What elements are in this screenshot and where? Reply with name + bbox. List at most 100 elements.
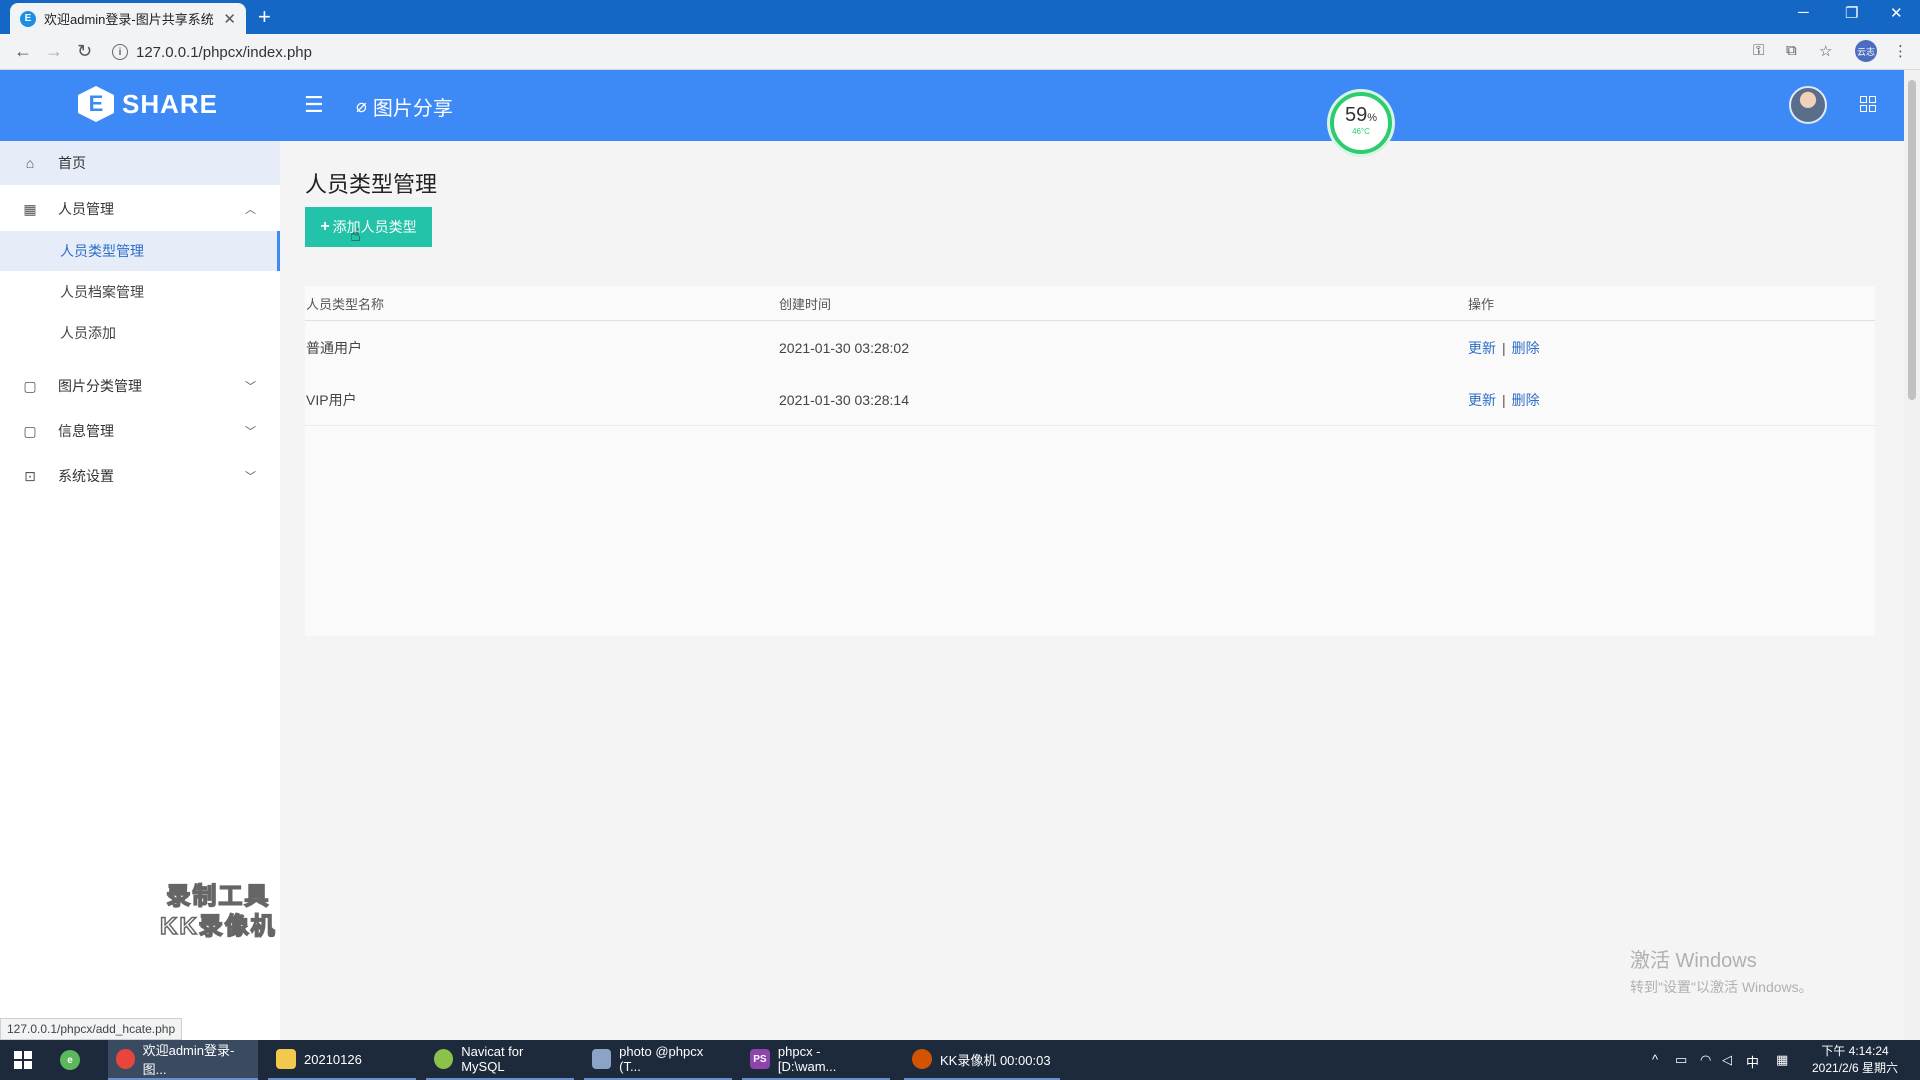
- taskbar-app-360[interactable]: e: [60, 1040, 88, 1080]
- taskbar-app-label: 20210126: [304, 1051, 362, 1067]
- taskbar-clock[interactable]: 下午 4:14:24 2021/2/6 星期六: [1812, 1043, 1898, 1077]
- action-separator: |: [1502, 391, 1506, 408]
- taskbar-app-navicat[interactable]: Navicat for MySQL: [426, 1040, 574, 1080]
- close-tab-icon[interactable]: ✕: [223, 10, 236, 28]
- page-scrollbar[interactable]: [1904, 70, 1920, 1040]
- taskbar-app-chrome[interactable]: 欢迎admin登录-图...: [108, 1040, 258, 1080]
- windows-taskbar: e 欢迎admin登录-图... 20210126 Navicat for My…: [0, 1040, 1920, 1080]
- sidebar-item-home[interactable]: ⌂ 首页: [0, 141, 280, 185]
- sidebar-sub-item-archive[interactable]: 人员档案管理: [0, 272, 280, 312]
- back-icon[interactable]: ←: [14, 41, 32, 62]
- scrollbar-thumb[interactable]: [1908, 80, 1916, 400]
- browser-tab[interactable]: E 欢迎admin登录-图片共享系统 ✕: [10, 3, 246, 34]
- sidebar-sub-item-type[interactable]: 人员类型管理: [0, 231, 280, 271]
- update-link[interactable]: 更新: [1468, 340, 1496, 356]
- taskbar-app-kk-recorder[interactable]: KK录像机 00:00:03: [904, 1040, 1060, 1080]
- perf-temperature: 46°C: [1352, 127, 1370, 136]
- column-header-name: 人员类型名称: [306, 296, 385, 312]
- taskbar-app-phpstorm[interactable]: PS phpcx - [D:\wam...: [742, 1040, 890, 1080]
- translate-icon[interactable]: ⧉: [1786, 42, 1797, 59]
- wifi-icon[interactable]: ◠: [1700, 1052, 1711, 1068]
- chevron-down-icon: ﹀: [245, 471, 256, 483]
- logo-mark: E: [78, 86, 114, 122]
- reload-icon[interactable]: ↻: [77, 41, 92, 62]
- document-icon: ▢: [23, 377, 37, 394]
- sidebar-item-pic-category[interactable]: ▢ 图片分类管理 ﹀: [0, 364, 280, 408]
- person-type-table: 人员类型名称 创建时间 操作 普通用户 2021-01-30 03:28:02 …: [305, 286, 1875, 636]
- sidebar-item-info[interactable]: ▢ 信息管理 ﹀: [0, 409, 280, 453]
- bookmark-star-icon[interactable]: ☆: [1819, 42, 1832, 60]
- taskbar-app-photo[interactable]: photo @phpcx (T...: [584, 1040, 732, 1080]
- cell-actions: 更新 | 删除: [1468, 338, 1540, 358]
- address-bar: ← → ↻ i 127.0.0.1/phpcx/index.php ⚿ ⧉ ☆ …: [0, 34, 1920, 70]
- close-window-icon[interactable]: ✕: [1890, 4, 1903, 22]
- recorder-watermark-line2: KK录像机: [159, 912, 277, 941]
- perf-unit: %: [1367, 112, 1378, 124]
- paperclip-icon: ⌀: [356, 96, 367, 116]
- site-info-icon[interactable]: i: [112, 44, 128, 60]
- key-icon[interactable]: ⚿: [1753, 42, 1764, 59]
- sidebar-item-label: 信息管理: [58, 423, 114, 439]
- document-icon: ▢: [23, 422, 37, 439]
- url-field[interactable]: i 127.0.0.1/phpcx/index.php: [112, 39, 1782, 65]
- new-tab-button[interactable]: +: [258, 6, 271, 28]
- minimize-icon[interactable]: ─: [1798, 4, 1809, 21]
- apps-grid-icon[interactable]: [1860, 96, 1876, 112]
- sidebar-item-label: 首页: [58, 155, 86, 171]
- restore-icon[interactable]: ❐: [1845, 4, 1858, 22]
- windows-activation-watermark: 激活 Windows 转到"设置"以激活 Windows。: [1630, 944, 1813, 997]
- add-person-type-button[interactable]: + 添加人员类型: [305, 207, 432, 247]
- tray-expand-icon[interactable]: ^: [1652, 1052, 1658, 1067]
- clock-date: 2021/2/6 星期六: [1812, 1061, 1899, 1075]
- taskbar-app-label: photo @phpcx (T...: [619, 1044, 704, 1074]
- app-header: E SHARE ☰ ⌀ 图片分享: [0, 70, 1904, 141]
- keyboard-icon[interactable]: ▦: [1776, 1052, 1788, 1068]
- clock-time: 下午 4:14:24: [1821, 1044, 1889, 1058]
- navicat-icon: [434, 1049, 454, 1069]
- tray-device-icon[interactable]: ▭: [1675, 1052, 1687, 1068]
- column-header-created: 创建时间: [779, 296, 832, 312]
- picture-share-link[interactable]: ⌀ 图片分享: [356, 92, 453, 121]
- home-icon: ⌂: [25, 155, 35, 171]
- delete-link[interactable]: 删除: [1512, 340, 1540, 356]
- browser-menu-icon[interactable]: ⋮: [1893, 42, 1908, 60]
- forward-icon[interactable]: →: [45, 41, 63, 62]
- sidebar-item-people[interactable]: ▦ 人员管理 ︿: [0, 187, 280, 231]
- taskbar-app-label: phpcx - [D:\wam...: [777, 1044, 837, 1074]
- update-link[interactable]: 更新: [1468, 392, 1496, 408]
- taskbar-app-folder[interactable]: 20210126: [268, 1040, 416, 1080]
- profile-avatar[interactable]: 云志: [1855, 40, 1877, 62]
- volume-icon[interactable]: ◁: [1722, 1052, 1732, 1068]
- menu-toggle-icon[interactable]: ☰: [304, 94, 324, 116]
- tab-title: 欢迎admin登录-图片共享系统: [44, 12, 214, 27]
- status-bar-url: 127.0.0.1/phpcx/add_hcate.php: [0, 1018, 183, 1040]
- cell-type-name: 普通用户: [306, 340, 362, 356]
- chrome-icon: [116, 1049, 135, 1069]
- windows-start-icon[interactable]: [14, 1051, 32, 1069]
- table-row: 普通用户 2021-01-30 03:28:02 更新 | 删除: [305, 322, 1875, 374]
- column-header-actions: 操作: [1468, 296, 1495, 312]
- main-content: 人员类型管理 + 添加人员类型 人员类型名称 创建时间 操作 普通用户 2021…: [280, 141, 1904, 1040]
- picture-share-label: 图片分享: [372, 98, 453, 120]
- taskbar-app-label: Navicat for MySQL: [461, 1044, 524, 1074]
- table-header: 人员类型名称 创建时间 操作: [305, 286, 1875, 321]
- delete-link[interactable]: 删除: [1512, 392, 1540, 408]
- table-icon: [592, 1049, 612, 1069]
- chevron-up-icon: ︿: [245, 204, 256, 216]
- cell-created-time: 2021-01-30 03:28:02: [779, 340, 909, 356]
- activation-hint: 转到"设置"以激活 Windows。: [1630, 979, 1813, 995]
- recorder-watermark: 录制工具 KK录像机: [159, 882, 277, 942]
- site-favicon: E: [20, 10, 36, 27]
- ime-indicator[interactable]: 中: [1746, 1052, 1759, 1071]
- logo-text: SHARE: [122, 88, 219, 119]
- taskbar-app-label: 欢迎admin登录-图...: [142, 1043, 235, 1077]
- sidebar-item-label: 图片分类管理: [58, 378, 142, 394]
- sidebar-item-settings[interactable]: ⊡ 系统设置 ﹀: [0, 454, 280, 498]
- cell-created-time: 2021-01-30 03:28:14: [779, 391, 909, 408]
- brand-logo[interactable]: E SHARE: [78, 86, 218, 122]
- sidebar-item-label: 人员管理: [58, 201, 114, 217]
- cell-type-name: VIP用户: [306, 391, 357, 408]
- sidebar-sub-item-add[interactable]: 人员添加: [0, 313, 280, 353]
- sidebar-item-label: 系统设置: [58, 468, 114, 484]
- user-avatar[interactable]: [1789, 86, 1827, 124]
